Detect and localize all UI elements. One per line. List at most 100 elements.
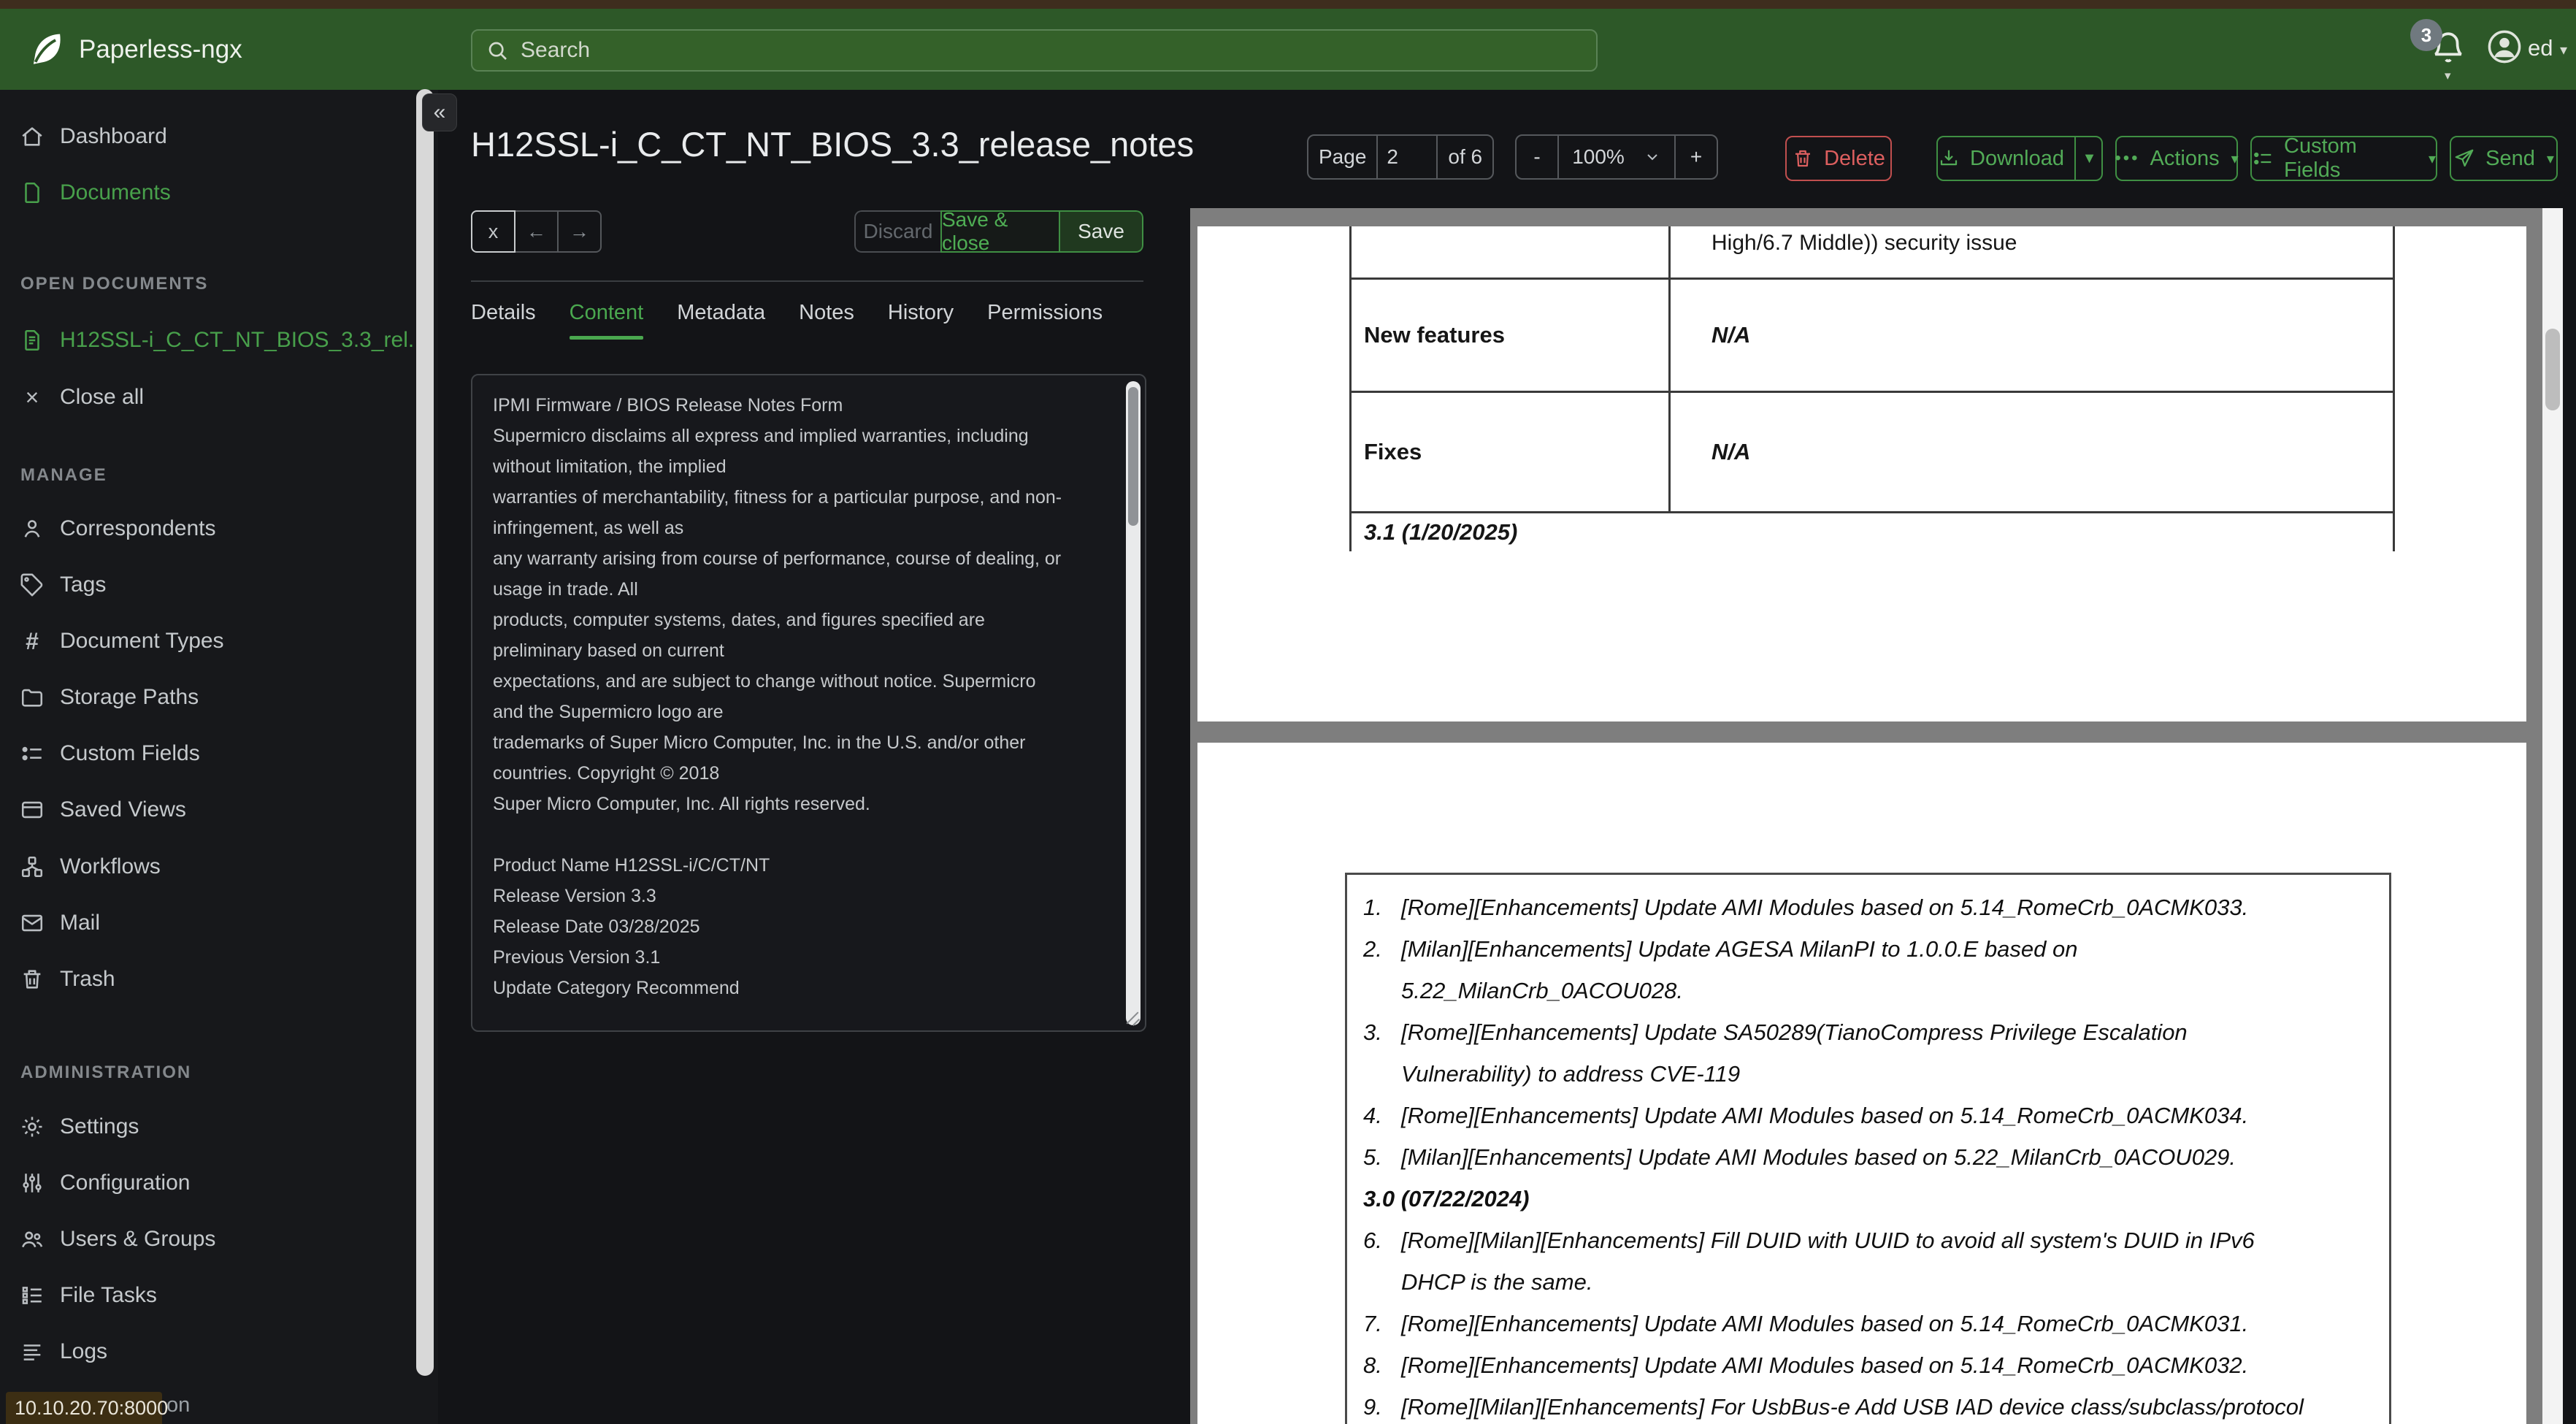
- custom-fields-icon: [2252, 148, 2274, 169]
- save-button[interactable]: Save: [1060, 210, 1143, 253]
- saved-views-icon: [19, 797, 45, 823]
- list-item: 2. [Milan][Enhancements] Update AGESA Mil…: [1363, 936, 2078, 1003]
- username-label[interactable]: ed: [2528, 35, 2553, 61]
- discard-button[interactable]: Discard: [854, 210, 940, 253]
- content-textarea[interactable]: IPMI Firmware / BIOS Release Notes Form …: [471, 374, 1146, 1032]
- sidebar-item-file-tasks[interactable]: File Tasks: [0, 1272, 415, 1319]
- caret-down-icon: ▾: [2428, 150, 2436, 167]
- page-number-input[interactable]: [1382, 145, 1433, 169]
- pdf-page-1: High/6.7 Middle)) security issue New fea…: [1197, 226, 2526, 721]
- notification-badge: 3: [2410, 19, 2442, 51]
- previous-document-button[interactable]: ←: [515, 210, 559, 253]
- sidebar-item-trash[interactable]: Trash: [0, 956, 415, 1003]
- tab-permissions[interactable]: Permissions: [987, 301, 1103, 335]
- sidebar-item-open-document[interactable]: H12SSL-i_C_CT_NT_BIOS_3.3_rel...: [0, 317, 426, 364]
- sidebar-item-mail[interactable]: Mail: [0, 900, 415, 946]
- person-icon: [19, 516, 45, 542]
- sidebar-item-saved-views[interactable]: Saved Views: [0, 786, 415, 833]
- sidebar-item-document-types[interactable]: # Document Types: [0, 618, 415, 665]
- zoom-out-button[interactable]: -: [1517, 136, 1557, 178]
- pdf-page-2: 1. [Rome][Enhancements] Update AMI Module…: [1197, 743, 2526, 1424]
- close-document-button[interactable]: x: [471, 210, 515, 253]
- ellipsis-icon: •••: [2115, 148, 2140, 168]
- table-row: New features N/A: [1352, 280, 2393, 393]
- table-version-row: 3.1 (1/20/2025): [1364, 519, 1518, 545]
- zoom-in-button[interactable]: +: [1674, 136, 1717, 178]
- sliders-icon: [19, 1170, 45, 1196]
- sidebar-item-logs[interactable]: Logs: [0, 1328, 415, 1375]
- save-and-close-button[interactable]: Save & close: [940, 210, 1060, 253]
- trash-icon: [19, 966, 45, 992]
- sidebar-scrollbar[interactable]: [416, 89, 434, 1376]
- sidebar-item-settings[interactable]: Settings: [0, 1103, 415, 1150]
- sidebar-collapse-button[interactable]: «: [422, 93, 457, 131]
- sidebar: Dashboard Documents OPEN DOCUMENTS H12SS…: [0, 90, 438, 1424]
- pdf-preview-panel: High/6.7 Middle)) security issue New fea…: [1190, 208, 2563, 1424]
- pdf-scrollbar-thumb[interactable]: [2545, 329, 2560, 410]
- list-item: 6. [Rome][Milan][Enhancements] Fill DUID …: [1363, 1228, 2255, 1295]
- sidebar-item-correspondents[interactable]: Correspondents: [0, 505, 415, 552]
- manage-section-label: MANAGE: [20, 465, 107, 485]
- search-input[interactable]: [519, 37, 1583, 64]
- browser-status-link: 10.10.20.70:8000: [6, 1392, 168, 1424]
- version-header: 3.0 (07/22/2024): [1363, 1186, 1530, 1211]
- send-button[interactable]: Send ▾: [2450, 136, 2558, 181]
- sidebar-item-tags[interactable]: Tags: [0, 562, 415, 608]
- content-text: IPMI Firmware / BIOS Release Notes Form …: [493, 395, 1062, 998]
- tab-details[interactable]: Details: [471, 301, 536, 335]
- caret-down-icon: ▾: [2546, 150, 2554, 167]
- list-item: 4. [Rome][Enhancements] Update AMI Module…: [1363, 1103, 2249, 1128]
- textarea-resize-handle[interactable]: [1123, 1008, 1142, 1027]
- list-item: 5. [Milan][Enhancements] Update AMI Modul…: [1363, 1144, 2236, 1170]
- folder-icon: [19, 684, 45, 711]
- documentation-label-clipped[interactable]: on: [166, 1393, 190, 1417]
- caret-down-icon: ▾: [2231, 150, 2239, 167]
- tab-metadata[interactable]: Metadata: [677, 301, 765, 335]
- text-lines-icon: [19, 1339, 45, 1365]
- zoom-level-dropdown[interactable]: 100%: [1557, 136, 1674, 178]
- table-cell-label: New features: [1352, 280, 1671, 391]
- delete-button[interactable]: Delete: [1785, 136, 1892, 181]
- documents-icon: [19, 180, 45, 206]
- users-icon: [19, 1226, 45, 1252]
- workflows-icon: [19, 854, 45, 880]
- sidebar-item-dashboard[interactable]: Dashboard: [0, 113, 415, 160]
- user-avatar-icon[interactable]: [2485, 28, 2523, 66]
- app-logo-icon[interactable]: [26, 30, 66, 69]
- save-button-group: Discard Save & close Save: [854, 210, 1143, 253]
- sidebar-item-custom-fields[interactable]: Custom Fields: [0, 730, 415, 777]
- sidebar-item-close-all[interactable]: × Close all: [0, 374, 415, 421]
- home-icon: [19, 123, 45, 150]
- notifications-caret-icon: ▾: [2445, 69, 2451, 83]
- tab-content[interactable]: Content: [569, 301, 643, 340]
- custom-fields-icon: [19, 740, 45, 767]
- download-icon: [1938, 148, 1960, 169]
- tag-icon: [19, 572, 45, 598]
- page-label: Page: [1319, 145, 1367, 168]
- document-text-icon: [19, 327, 45, 353]
- custom-fields-button[interactable]: Custom Fields ▾: [2250, 134, 2437, 182]
- actions-button[interactable]: ••• Actions ▾: [2115, 136, 2239, 181]
- document-nav-group: x ← →: [471, 210, 602, 253]
- administration-section-label: ADMINISTRATION: [20, 1063, 192, 1082]
- trash-icon: [1792, 148, 1814, 169]
- sidebar-item-storage-paths[interactable]: Storage Paths: [0, 674, 415, 721]
- sidebar-item-documents[interactable]: Documents: [0, 169, 415, 216]
- sidebar-item-users-groups[interactable]: Users & Groups: [0, 1216, 415, 1263]
- gear-icon: [19, 1114, 45, 1140]
- textarea-scrollbar-thumb[interactable]: [1128, 387, 1138, 526]
- app-title[interactable]: Paperless-ngx: [79, 35, 242, 64]
- download-dropdown-button[interactable]: ▼: [2074, 137, 2101, 180]
- next-document-button[interactable]: →: [559, 210, 602, 253]
- tab-notes[interactable]: Notes: [799, 301, 854, 335]
- sidebar-item-workflows[interactable]: Workflows: [0, 843, 415, 890]
- download-button[interactable]: Download: [1938, 137, 2064, 180]
- close-icon: ×: [25, 383, 39, 410]
- list-item: 3. [Rome][Enhancements] Update SA50289(Ti…: [1363, 1019, 2188, 1087]
- tab-history[interactable]: History: [888, 301, 954, 335]
- table-row: Fixes N/A: [1352, 393, 2393, 513]
- window-top-strip: [0, 0, 2576, 9]
- chevron-down-icon: [1644, 148, 1661, 166]
- caret-down-icon: ▼: [2082, 150, 2097, 166]
- sidebar-item-configuration[interactable]: Configuration: [0, 1160, 415, 1206]
